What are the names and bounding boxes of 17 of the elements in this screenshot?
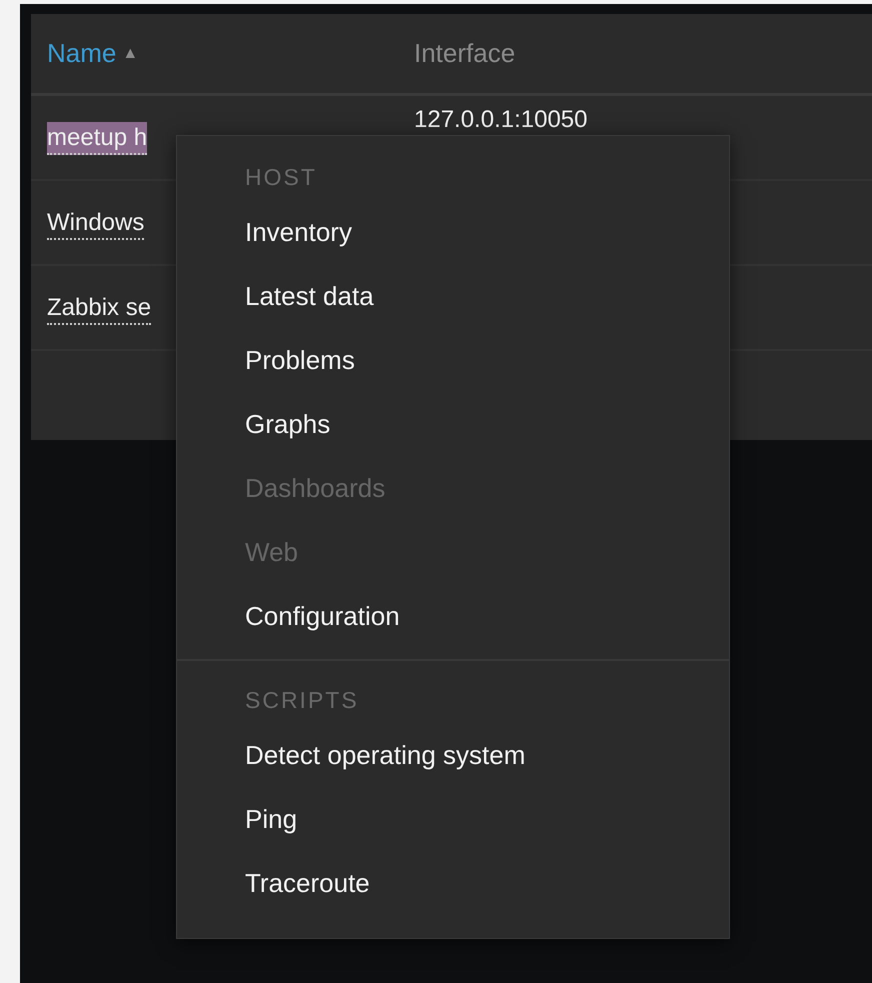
menu-item[interactable]: Latest data <box>177 265 729 329</box>
menu-item[interactable]: Inventory <box>177 201 729 265</box>
host-link[interactable]: meetup h <box>47 122 148 154</box>
menu-section-header: SCRIPTS <box>244 686 360 715</box>
menu-item[interactable]: Configuration <box>177 585 729 649</box>
menu-item[interactable]: Problems <box>177 329 729 393</box>
menu-item[interactable]: Traceroute <box>177 852 729 916</box>
column-header[interactable]: Interface <box>414 38 516 69</box>
menu-item[interactable]: Detect operating system <box>177 724 729 788</box>
column-header[interactable]: Name <box>47 38 116 69</box>
menu-item[interactable]: Ping <box>177 788 729 852</box>
table-cell: 127.0.0.1:10050 <box>414 106 588 134</box>
menu-section-header: HOST <box>244 163 318 192</box>
host-link[interactable]: Windows <box>47 206 144 240</box>
host-link[interactable]: Zabbix se <box>47 292 152 324</box>
sort-icon: ▲ <box>122 44 138 62</box>
menu-item[interactable]: Graphs <box>177 393 729 457</box>
